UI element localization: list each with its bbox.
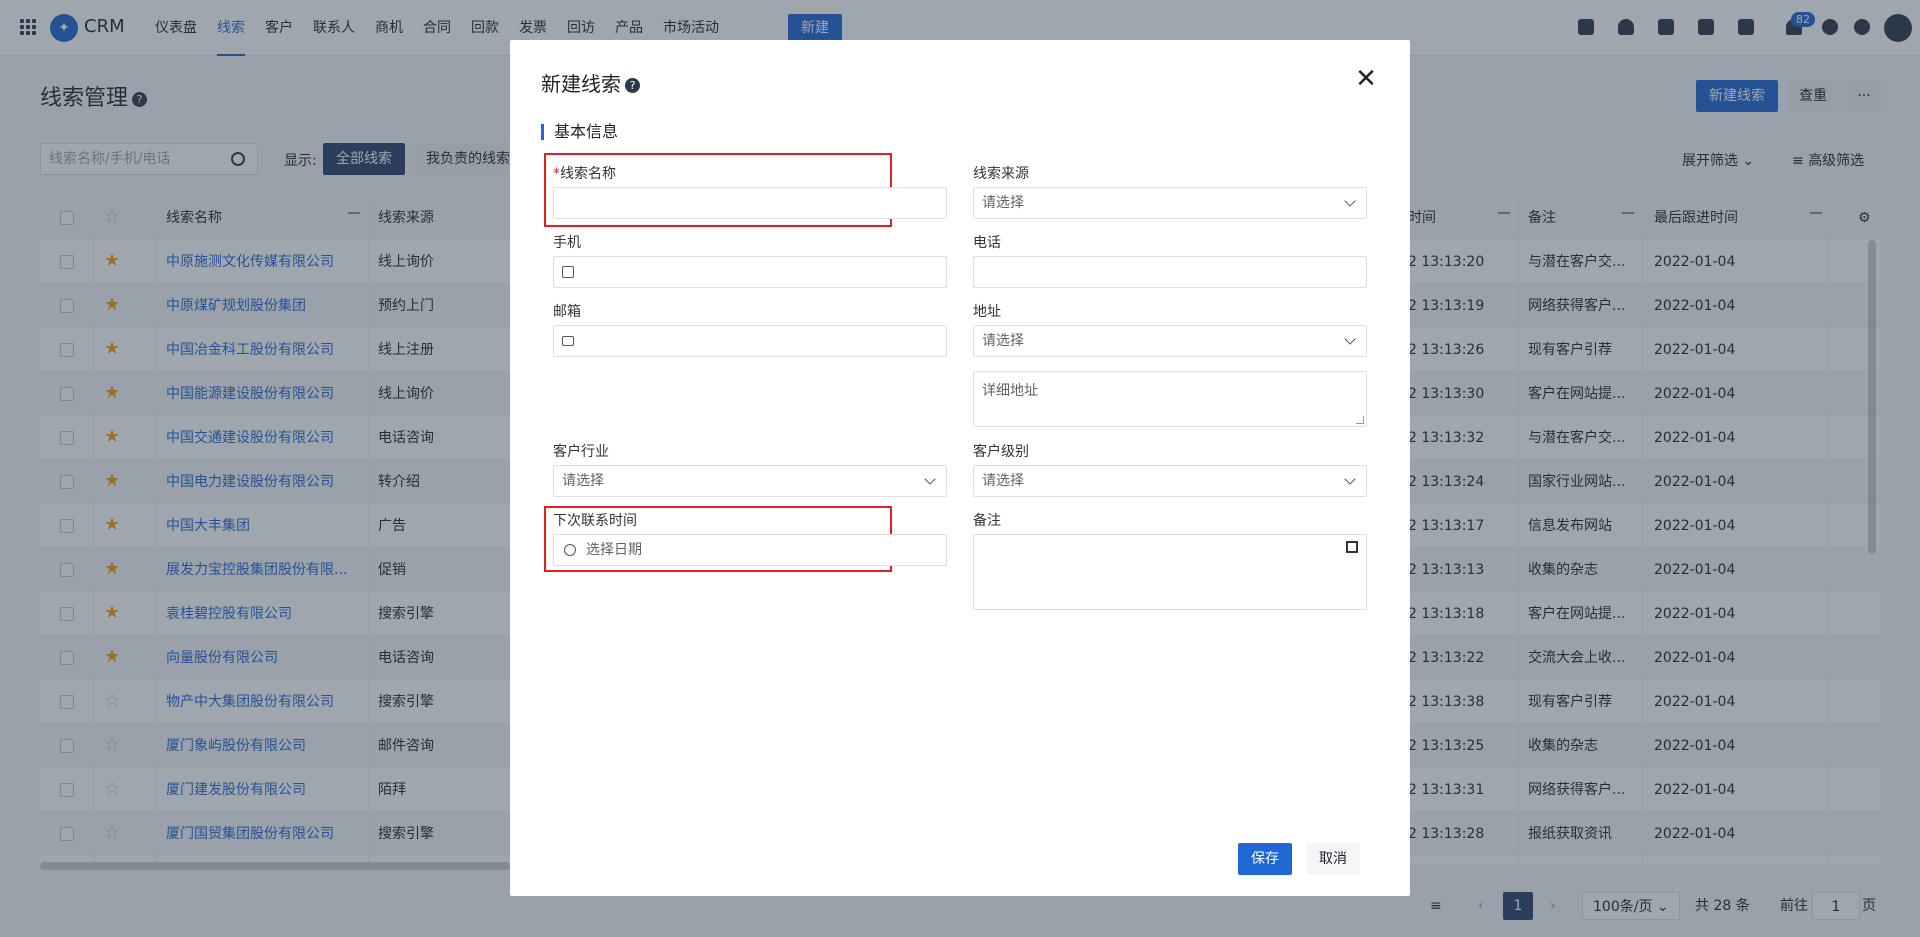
address-detail-textarea[interactable]: 详细地址 xyxy=(973,371,1367,427)
lead-source-placeholder: 请选择 xyxy=(982,195,1024,211)
level-select[interactable]: 请选择 xyxy=(973,465,1367,497)
industry-placeholder: 请选择 xyxy=(562,473,604,489)
chevron-down-icon xyxy=(1344,473,1356,485)
dialog-title-text: 新建线索 xyxy=(541,72,621,96)
mail-icon xyxy=(562,336,574,346)
clock-icon xyxy=(564,544,576,556)
phone-input[interactable] xyxy=(973,256,1367,288)
address-label: 地址 xyxy=(973,304,1001,320)
lead-source-label: 线索来源 xyxy=(973,166,1029,182)
next-contact-date-picker[interactable]: 选择日期 xyxy=(553,534,947,566)
mobile-phone-icon xyxy=(562,266,574,278)
next-contact-placeholder: 选择日期 xyxy=(586,542,642,558)
chevron-down-icon xyxy=(924,473,936,485)
email-input[interactable] xyxy=(553,325,947,357)
chevron-down-icon xyxy=(1344,195,1356,207)
remark-textarea[interactable] xyxy=(973,534,1367,610)
next-contact-label: 下次联系时间 xyxy=(553,513,637,529)
chevron-down-icon xyxy=(1344,333,1356,345)
mobile-input[interactable] xyxy=(553,256,947,288)
lead-name-label-text: 线索名称 xyxy=(560,166,616,182)
lead-name-input[interactable] xyxy=(553,187,947,219)
email-label: 邮箱 xyxy=(553,304,581,320)
level-label: 客户级别 xyxy=(973,444,1029,460)
cancel-button[interactable]: 取消 xyxy=(1306,843,1360,875)
address-placeholder: 请选择 xyxy=(982,333,1024,349)
section-basic-info: 基本信息 xyxy=(541,124,618,140)
save-button[interactable]: 保存 xyxy=(1238,843,1292,875)
fullscreen-icon[interactable] xyxy=(1346,541,1358,553)
required-mark: * xyxy=(553,166,560,182)
close-icon[interactable]: ✕ xyxy=(1354,66,1378,92)
industry-select[interactable]: 请选择 xyxy=(553,465,947,497)
resize-handle-icon[interactable] xyxy=(1356,416,1364,424)
address-select[interactable]: 请选择 xyxy=(973,325,1367,357)
mobile-label: 手机 xyxy=(553,235,581,251)
address-detail-placeholder: 详细地址 xyxy=(982,383,1038,399)
remark-label: 备注 xyxy=(973,513,1001,529)
level-placeholder: 请选择 xyxy=(982,473,1024,489)
help-icon[interactable]: ? xyxy=(625,78,640,93)
new-lead-dialog: 新建线索? ✕ 基本信息 *线索名称 线索来源 请选择 手机 电话 邮箱 地址 … xyxy=(510,40,1410,896)
industry-label: 客户行业 xyxy=(553,444,609,460)
lead-source-select[interactable]: 请选择 xyxy=(973,187,1367,219)
dialog-title: 新建线索? xyxy=(541,68,640,97)
lead-name-label: *线索名称 xyxy=(553,163,616,183)
phone-label: 电话 xyxy=(973,235,1001,251)
